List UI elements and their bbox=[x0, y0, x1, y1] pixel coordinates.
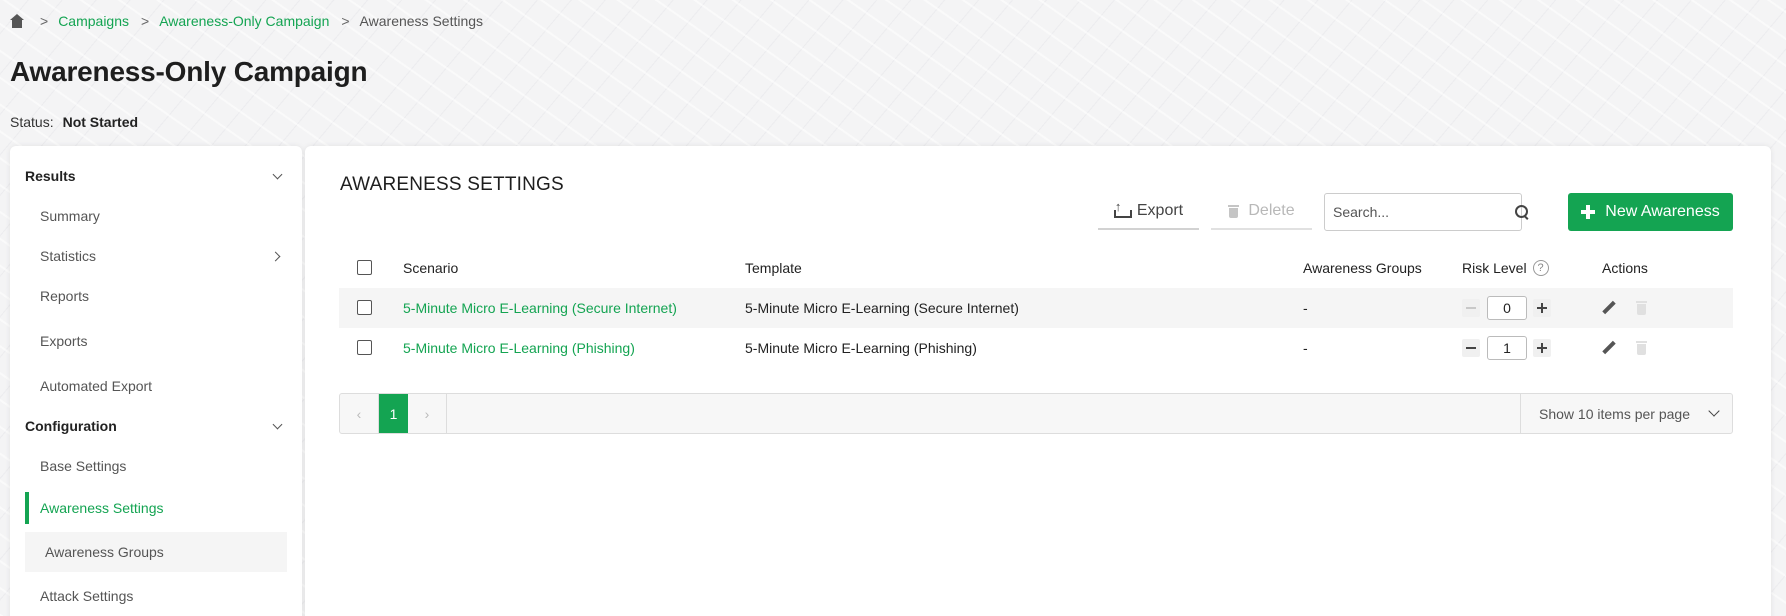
sidebar-item-label: Base Settings bbox=[40, 458, 127, 474]
sidebar-item-summary[interactable]: Summary bbox=[25, 197, 287, 235]
column-header-groups[interactable]: Awareness Groups bbox=[1303, 260, 1422, 276]
export-button[interactable]: Export bbox=[1098, 194, 1199, 230]
table-header: Scenario Template Awareness Groups Risk … bbox=[339, 248, 1733, 288]
decrement-button[interactable] bbox=[1462, 299, 1480, 317]
sidebar-item-base-settings[interactable]: Base Settings bbox=[25, 447, 287, 485]
template-cell: 5-Minute Micro E-Learning (Phishing) bbox=[745, 340, 977, 356]
plus-icon bbox=[1581, 205, 1596, 219]
delete-icon[interactable] bbox=[1636, 341, 1647, 355]
sidebar-item-label: Awareness Settings bbox=[40, 500, 164, 516]
column-header-template[interactable]: Template bbox=[745, 260, 802, 276]
breadcrumb-separator: > bbox=[341, 13, 350, 29]
sidebar-item-reports[interactable]: Reports bbox=[25, 277, 287, 315]
breadcrumb-campaign[interactable]: Awareness-Only Campaign bbox=[159, 13, 329, 29]
risk-value[interactable]: 1 bbox=[1487, 336, 1527, 360]
sidebar-item-label: Attack Settings bbox=[40, 588, 134, 604]
search-box bbox=[1324, 193, 1528, 231]
breadcrumb-separator: > bbox=[40, 13, 49, 29]
help-icon[interactable]: ? bbox=[1532, 260, 1549, 276]
breadcrumb-campaigns[interactable]: Campaigns bbox=[58, 13, 129, 29]
groups-cell: - bbox=[1303, 340, 1308, 356]
edit-icon[interactable] bbox=[1602, 301, 1616, 315]
sidebar-item-awareness-groups[interactable]: Awareness Groups bbox=[25, 532, 287, 572]
prev-page-button[interactable]: ‹ bbox=[340, 394, 379, 433]
sidebar-item-label: Awareness Groups bbox=[45, 544, 164, 560]
sidebar-item-label: Summary bbox=[40, 208, 100, 224]
sidebar-section-label: Configuration bbox=[25, 418, 117, 434]
decrement-button[interactable] bbox=[1462, 339, 1480, 357]
row-checkbox[interactable] bbox=[357, 300, 372, 315]
risk-stepper: 0 bbox=[1462, 296, 1551, 320]
chevron-down-icon bbox=[272, 169, 283, 179]
row-checkbox[interactable] bbox=[357, 340, 372, 355]
page-1-button[interactable]: 1 bbox=[379, 394, 408, 433]
chevron-down-icon bbox=[1708, 405, 1720, 417]
sidebar-item-label: Exports bbox=[40, 333, 88, 349]
chevron-right-icon bbox=[270, 251, 281, 261]
row-actions bbox=[1602, 341, 1647, 355]
risk-value[interactable]: 0 bbox=[1487, 296, 1527, 320]
sidebar-item-label: Reports bbox=[40, 288, 90, 304]
column-header-scenario[interactable]: Scenario bbox=[403, 260, 458, 276]
sidebar-item-statistics[interactable]: Statistics bbox=[25, 237, 287, 275]
increment-button[interactable] bbox=[1533, 339, 1551, 357]
awareness-table: Scenario Template Awareness Groups Risk … bbox=[339, 248, 1733, 368]
export-label: Export bbox=[1136, 202, 1184, 219]
trash-icon bbox=[1228, 204, 1240, 218]
breadcrumb-current: Awareness Settings bbox=[359, 13, 484, 29]
page-title: Awareness-Only Campaign bbox=[10, 56, 368, 87]
sidebar-section-configuration[interactable]: Configuration bbox=[25, 411, 287, 441]
delete-icon[interactable] bbox=[1636, 301, 1647, 315]
sidebar-section-results[interactable]: Results bbox=[25, 161, 287, 191]
edit-icon[interactable] bbox=[1602, 341, 1616, 355]
sidebar: Results Summary Statistics Reports Expor… bbox=[10, 146, 302, 616]
table-row: 5-Minute Micro E-Learning (Phishing) 5-M… bbox=[339, 328, 1733, 368]
new-awareness-button[interactable]: New Awareness bbox=[1568, 193, 1733, 231]
search-input[interactable] bbox=[1333, 204, 1514, 220]
new-awareness-label: New Awareness bbox=[1605, 203, 1720, 220]
sidebar-item-label: Automated Export bbox=[40, 378, 153, 394]
chevron-down-icon bbox=[272, 419, 283, 429]
sidebar-item-attack-settings[interactable]: Attack Settings bbox=[25, 577, 287, 615]
scenario-link[interactable]: 5-Minute Micro E-Learning (Phishing) bbox=[403, 340, 635, 356]
status-label: Status: bbox=[10, 114, 54, 130]
scenario-link[interactable]: 5-Minute Micro E-Learning (Secure Intern… bbox=[403, 300, 677, 316]
column-header-risk: Risk Level ? bbox=[1462, 260, 1549, 276]
status-value: Not Started bbox=[62, 114, 139, 130]
table-row: 5-Minute Micro E-Learning (Secure Intern… bbox=[339, 288, 1733, 328]
sidebar-section-label: Results bbox=[25, 168, 76, 184]
template-cell: 5-Minute Micro E-Learning (Secure Intern… bbox=[745, 300, 1019, 316]
per-page-label: Show 10 items per page bbox=[1539, 405, 1690, 422]
column-header-actions: Actions bbox=[1602, 260, 1648, 276]
sidebar-item-automated-export[interactable]: Automated Export bbox=[25, 367, 287, 405]
increment-button[interactable] bbox=[1533, 299, 1551, 317]
risk-stepper: 1 bbox=[1462, 336, 1551, 360]
pagination: ‹ 1 › Show 10 items per page bbox=[339, 393, 1733, 434]
sidebar-item-label: Statistics bbox=[40, 248, 97, 264]
delete-button[interactable]: Delete bbox=[1211, 194, 1312, 230]
breadcrumb: > Campaigns > Awareness-Only Campaign > … bbox=[10, 11, 483, 31]
breadcrumb-separator: > bbox=[141, 13, 150, 29]
groups-cell: - bbox=[1303, 300, 1308, 316]
sidebar-item-exports[interactable]: Exports bbox=[25, 322, 287, 360]
export-icon bbox=[1113, 199, 1132, 218]
main-panel: AWARENESS SETTINGS Export Delete New Awa… bbox=[305, 146, 1771, 616]
column-header-risk-label[interactable]: Risk Level bbox=[1462, 260, 1527, 276]
next-page-button[interactable]: › bbox=[408, 394, 447, 433]
per-page-select[interactable]: Show 10 items per page bbox=[1520, 394, 1732, 433]
status: Status: Not Started bbox=[10, 114, 138, 130]
home-icon[interactable] bbox=[10, 14, 24, 28]
delete-label: Delete bbox=[1248, 202, 1295, 219]
select-all-checkbox[interactable] bbox=[357, 260, 372, 275]
sidebar-item-awareness-settings[interactable]: Awareness Settings bbox=[25, 492, 287, 524]
section-title: AWARENESS SETTINGS bbox=[340, 174, 564, 195]
row-actions bbox=[1602, 301, 1647, 315]
